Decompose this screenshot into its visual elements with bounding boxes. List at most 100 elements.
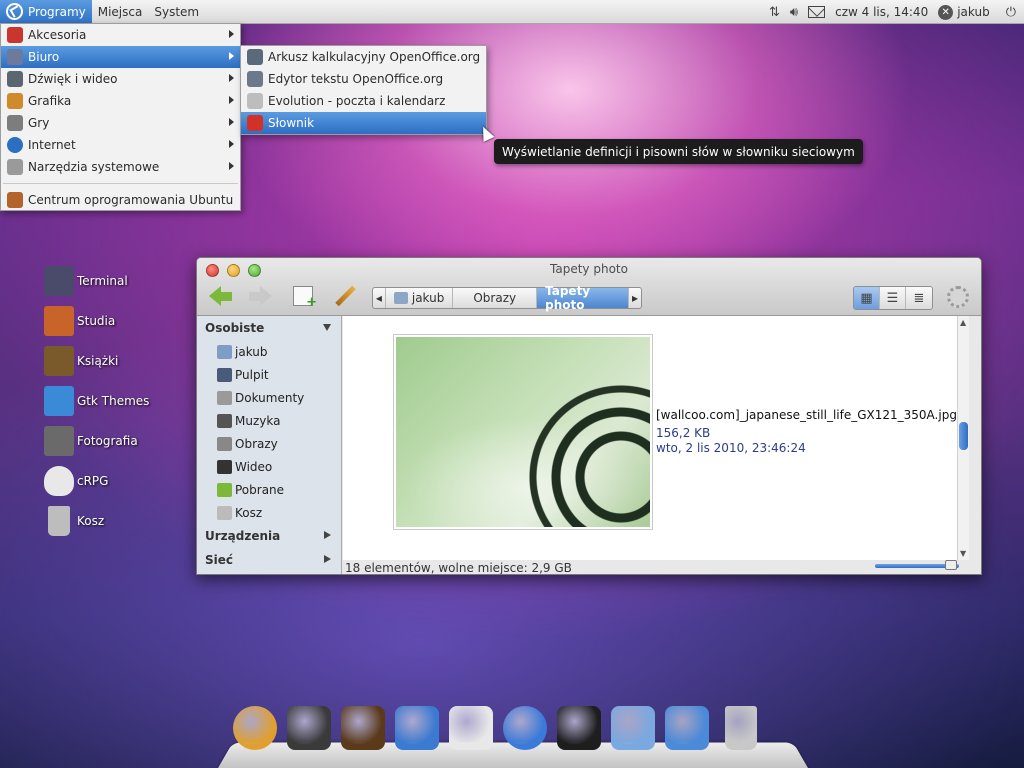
desktop-icon-terminal[interactable]: Terminal (44, 265, 128, 297)
mail-indicator-icon[interactable] (808, 6, 826, 18)
downloads-icon (217, 482, 232, 497)
zoom-slider-handle[interactable] (945, 560, 957, 570)
sidebar-item-pictures[interactable]: Obrazy (197, 432, 341, 455)
menu-item-multimedia[interactable]: Dźwięk i wideo (1, 68, 240, 90)
submenu-item-dictionary[interactable]: Słownik (241, 112, 486, 134)
submenu-item-label: Evolution - poczta i kalendarz (268, 94, 446, 108)
expand-triangle-icon (324, 531, 331, 539)
sidebar-header-network[interactable]: Sieć (197, 548, 341, 572)
games-icon (7, 115, 23, 131)
breadcrumb-right-icon[interactable]: ▸ (629, 288, 641, 308)
settings-gear-icon[interactable] (947, 286, 969, 308)
breadcrumb-left-icon[interactable]: ◂ (373, 288, 385, 308)
menu-programy[interactable]: Programy (0, 0, 92, 24)
dictionary-icon (247, 115, 263, 131)
sidebar-item-music[interactable]: Muzyka (197, 409, 341, 432)
sidebar-item-label: Obrazy (235, 436, 278, 451)
menu-item-label: Akcesoria (28, 28, 87, 42)
submenu-arrow-icon (229, 30, 234, 38)
submenu-arrow-icon (229, 118, 234, 126)
pencil-icon (335, 285, 356, 307)
dock-folder-icon[interactable] (611, 706, 655, 750)
menu-item-system-tools[interactable]: Narzędzia systemowe (1, 156, 240, 178)
submenu-item-spreadsheet[interactable]: Arkusz kalkulacyjny OpenOffice.org (241, 46, 486, 68)
menu-item-label: Gry (28, 116, 50, 130)
expand-triangle-icon (324, 555, 331, 563)
file-manager-window: Tapety photo + ◂ jakub Obrazy Tapety pho… (196, 257, 982, 575)
desktop-icon-skull[interactable]: cRPG (44, 465, 108, 497)
scroll-up-icon[interactable]: ▲ (960, 318, 966, 327)
scroll-down-icon[interactable]: ▼ (960, 549, 966, 558)
dock-app-store-icon[interactable] (665, 706, 709, 750)
sidebar-header-personal[interactable]: Osobiste (197, 316, 341, 340)
dock-camera-icon[interactable] (287, 706, 331, 750)
desktop-icon-photo[interactable]: Fotografia (44, 425, 138, 457)
dock-safari-like-icon[interactable] (233, 706, 277, 750)
menu-miejsca[interactable]: Miejsca (92, 0, 149, 24)
power-icon[interactable]: ⏻ (1006, 5, 1016, 20)
user-menu[interactable]: ✕ jakub (938, 4, 990, 20)
sidebar-item-documents[interactable]: Dokumenty (197, 386, 341, 409)
desktop-icon-studia[interactable]: Studia (44, 305, 115, 337)
desktop-icon-label: Fotografia (77, 434, 138, 448)
skull-icon (44, 466, 74, 496)
top-panel: Programy Miejsca System ⇅ 🔊︎ czw 4 lis, … (0, 0, 1024, 24)
tooltip: Wyświetlanie definicji i pisowni słów w … (494, 139, 863, 164)
menu-item-graphics[interactable]: Grafika (1, 90, 240, 112)
vertical-scrollbar[interactable]: ▲ ▼ (957, 316, 969, 560)
submenu-item-writer[interactable]: Edytor tekstu OpenOffice.org (241, 68, 486, 90)
sidebar-item-trash[interactable]: Kosz (197, 501, 341, 524)
menu-item-office[interactable]: Biuro (1, 46, 240, 68)
menu-item-accessories[interactable]: Akcesoria (1, 24, 240, 46)
menu-system[interactable]: System (148, 0, 205, 24)
dock-terminal-icon[interactable] (557, 706, 601, 750)
breadcrumb-jakub[interactable]: jakub (384, 288, 454, 308)
file-view: [wallcoo.com]_japanese_still_life_GX121_… (343, 316, 969, 560)
dock-trash-icon[interactable] (725, 706, 757, 750)
menu-item-software-center[interactable]: Centrum oprogramowania Ubuntu (1, 189, 240, 211)
file-name[interactable]: [wallcoo.com]_japanese_still_life_GX121_… (656, 408, 957, 422)
dock-drawing-icon[interactable] (395, 706, 439, 750)
sidebar-item-home[interactable]: jakub (197, 340, 341, 363)
new-folder-button[interactable]: + (293, 286, 317, 310)
music-icon (217, 413, 232, 428)
system-tray: ⇅ 🔊︎ czw 4 lis, 14:40 ✕ jakub ⏻ (769, 0, 1016, 24)
breadcrumb-tapety-photo[interactable]: Tapety photo (537, 284, 630, 312)
sidebar-item-downloads[interactable]: Pobrane (197, 478, 341, 501)
sidebar-item-video[interactable]: Wideo (197, 455, 341, 478)
plus-icon: + (306, 295, 317, 310)
view-mode-switcher: ▦ ☰ ≣ (853, 286, 933, 310)
sidebar-item-label: Kosz (235, 505, 263, 520)
network-icon[interactable]: ⇅ (769, 5, 780, 20)
sidebar-item-desktop[interactable]: Pulpit (197, 363, 341, 386)
volume-icon[interactable]: 🔊︎ (790, 5, 798, 20)
dock-notebook-icon[interactable] (341, 706, 385, 750)
multimedia-icon (7, 71, 23, 87)
compact-view-button[interactable]: ≣ (906, 287, 932, 309)
list-view-button[interactable]: ☰ (880, 287, 906, 309)
desktop-icon-trash[interactable]: Kosz (44, 505, 104, 537)
menu-item-games[interactable]: Gry (1, 112, 240, 134)
software-center-icon (7, 192, 23, 208)
submenu-item-mail[interactable]: Evolution - poczta i kalendarz (241, 90, 486, 112)
forward-button[interactable] (249, 286, 272, 306)
edit-pencil-button[interactable] (333, 285, 357, 308)
icon-view-button[interactable]: ▦ (854, 287, 880, 309)
menu-item-internet[interactable]: Internet (1, 134, 240, 156)
clock[interactable]: czw 4 lis, 14:40 (835, 5, 928, 19)
file-thumbnail[interactable] (393, 334, 653, 530)
sidebar-header-devices[interactable]: Urządzenia (197, 524, 341, 548)
dock-speaker-icon[interactable] (449, 706, 493, 750)
desktop-icon-gtk-themes[interactable]: Gtk Themes (44, 385, 149, 417)
sidebar: Osobiste jakub Pulpit Dokumenty Muzyka Obraz… (197, 316, 342, 574)
submenu-arrow-icon (229, 140, 234, 148)
scroll-thumb[interactable] (959, 422, 968, 450)
sidebar-item-label: Muzyka (235, 413, 281, 428)
studia-icon (44, 306, 74, 336)
back-button[interactable] (209, 286, 232, 306)
menu-item-label: Narzędzia systemowe (28, 160, 160, 174)
dock-dashboard-icon[interactable] (503, 706, 547, 750)
terminal-icon (44, 266, 74, 296)
desktop-icon-books[interactable]: Książki (44, 345, 118, 377)
breadcrumb-obrazy[interactable]: Obrazy (453, 288, 538, 308)
